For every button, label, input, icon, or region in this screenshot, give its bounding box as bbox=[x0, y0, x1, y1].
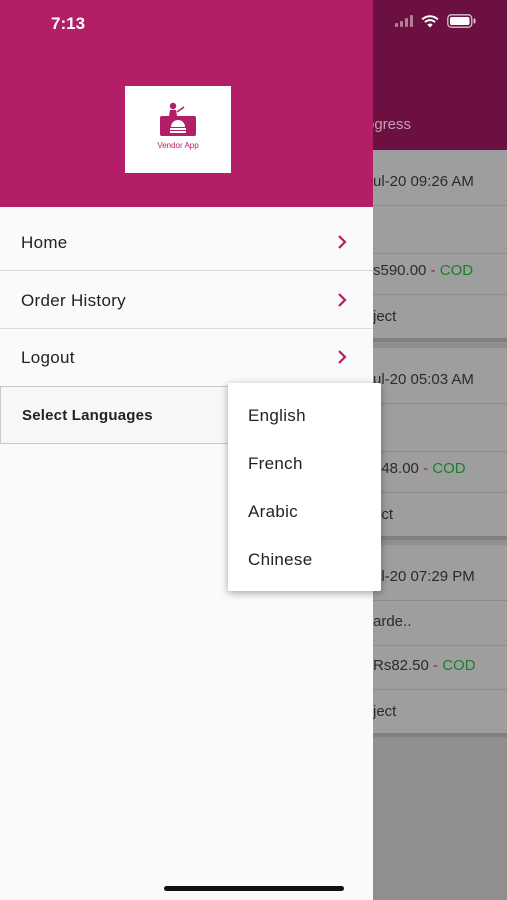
menu-item-logout[interactable]: Logout bbox=[0, 329, 373, 386]
separator: - bbox=[423, 460, 433, 477]
order-amount: s590.00 bbox=[373, 262, 427, 279]
chevron-right-icon bbox=[338, 350, 347, 364]
order-card: ul-20 07:29 PM arde.. Rs82.50 - COD ject bbox=[373, 545, 507, 737]
reject-button: ject bbox=[373, 703, 397, 720]
menu-item-home[interactable]: Home bbox=[0, 214, 373, 271]
order-card: ul-20 09:26 AM s590.00 - COD ject bbox=[373, 150, 507, 342]
order-card: ul-20 05:03 AM 248.00 - COD ect bbox=[373, 348, 507, 540]
order-name: arde.. bbox=[373, 598, 507, 646]
language-option-arabic[interactable]: Arabic bbox=[248, 502, 298, 522]
order-amount-row: s590.00 - COD bbox=[373, 247, 507, 295]
menu-item-label: Order History bbox=[21, 291, 126, 310]
menu-item-order-history[interactable]: Order History bbox=[0, 272, 373, 329]
menu-item-label: Home bbox=[21, 233, 68, 252]
order-amount-row: Rs82.50 - COD bbox=[373, 642, 507, 690]
language-options-menu: English French Arabic Chinese bbox=[228, 383, 381, 591]
vendor-app-logo: Vendor App bbox=[125, 86, 231, 173]
battery-icon bbox=[447, 14, 476, 28]
payment-type: COD bbox=[442, 657, 476, 674]
language-option-chinese[interactable]: Chinese bbox=[248, 550, 312, 570]
order-date: ul-20 09:26 AM bbox=[373, 158, 507, 206]
reject-button: ect bbox=[373, 506, 394, 523]
separator: - bbox=[430, 262, 440, 279]
payment-type: COD bbox=[432, 460, 466, 477]
home-indicator[interactable] bbox=[164, 886, 344, 891]
language-option-french[interactable]: French bbox=[248, 454, 303, 474]
status-time: 7:13 bbox=[51, 14, 86, 33]
payment-type: COD bbox=[439, 262, 474, 279]
cellular-signal-icon bbox=[395, 15, 413, 27]
order-date: ul-20 07:29 PM bbox=[373, 553, 507, 601]
menu-item-label: Logout bbox=[21, 348, 75, 367]
reject-button: ject bbox=[373, 308, 397, 325]
order-date: ul-20 05:03 AM bbox=[373, 356, 507, 404]
wifi-icon bbox=[421, 14, 439, 27]
language-option-english[interactable]: English bbox=[248, 406, 306, 426]
order-amount: Rs82.50 bbox=[373, 657, 429, 674]
order-amount-row: 248.00 - COD bbox=[373, 445, 507, 493]
select-languages-label: Select Languages bbox=[22, 407, 153, 424]
vendor-stall-icon bbox=[160, 102, 196, 136]
chevron-right-icon bbox=[338, 235, 347, 249]
chevron-right-icon bbox=[338, 293, 347, 307]
status-icons bbox=[395, 14, 477, 28]
logo-text: Vendor App bbox=[157, 141, 199, 150]
separator: - bbox=[433, 657, 443, 674]
